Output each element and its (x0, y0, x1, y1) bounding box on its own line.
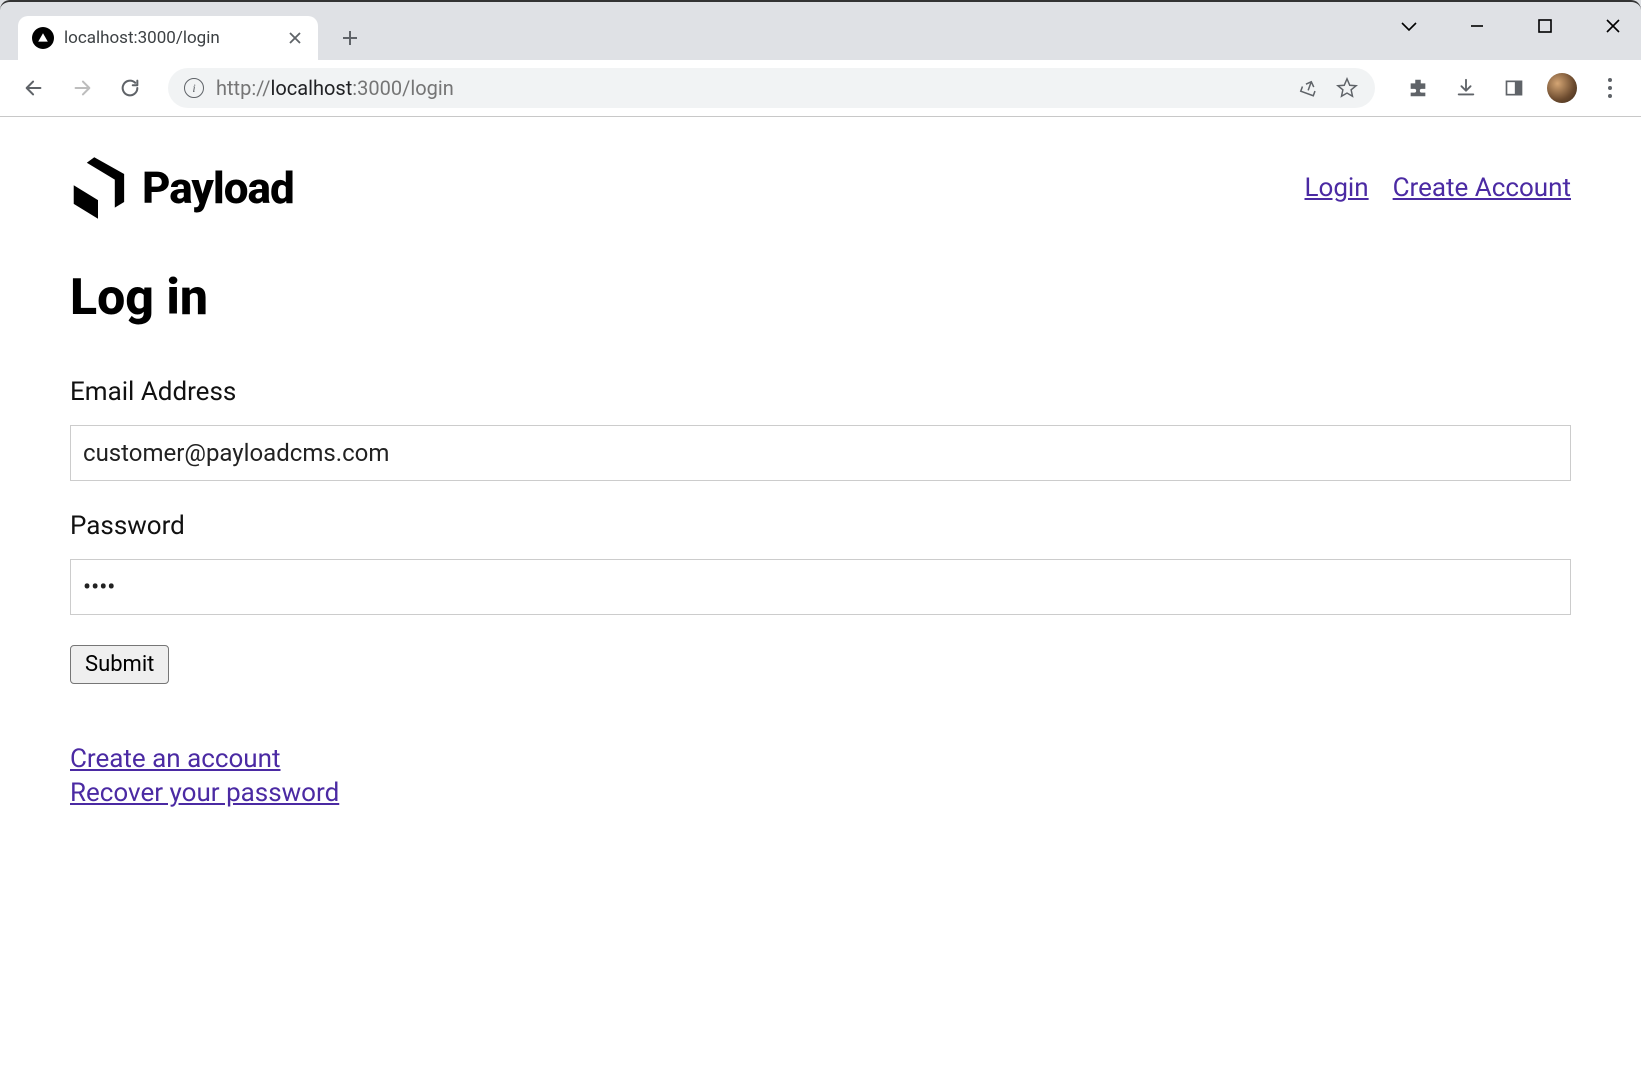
password-group: Password (70, 511, 1571, 615)
email-group: Email Address (70, 377, 1571, 481)
browser-actions (1403, 73, 1625, 103)
email-label: Email Address (70, 377, 1571, 407)
maximize-button[interactable] (1527, 8, 1563, 44)
url-protocol: http:// (216, 76, 271, 100)
browser-titlebar: localhost:3000/login (0, 0, 1641, 60)
page-title: Log in (70, 269, 1571, 327)
close-window-button[interactable] (1595, 8, 1631, 44)
email-field[interactable] (70, 425, 1571, 481)
extensions-icon[interactable] (1403, 73, 1433, 103)
url-text: http://localhost:3000/login (216, 76, 1285, 100)
new-tab-button[interactable] (332, 20, 368, 56)
back-button[interactable] (16, 70, 52, 106)
window-controls (1391, 8, 1631, 44)
tab-favicon (32, 27, 54, 49)
url-path: :3000/login (352, 76, 453, 100)
password-field[interactable] (70, 559, 1571, 615)
bookmark-star-icon[interactable] (1335, 76, 1359, 100)
brand-logo-icon (70, 157, 126, 219)
nav-links: Login Create Account (1305, 173, 1572, 203)
submit-button[interactable]: Submit (70, 645, 169, 684)
share-icon[interactable] (1297, 76, 1321, 100)
tab-close-button[interactable] (286, 29, 304, 47)
page-content: Payload Login Create Account Log in Emai… (0, 117, 1641, 852)
url-host: localhost (271, 76, 353, 100)
browser-chrome: localhost:3000/login (0, 0, 1641, 117)
address-bar[interactable]: i http://localhost:3000/login (168, 68, 1375, 108)
reload-button[interactable] (112, 70, 148, 106)
page-header: Payload Login Create Account (70, 157, 1571, 219)
sidepanel-icon[interactable] (1499, 73, 1529, 103)
tab-title: localhost:3000/login (64, 28, 276, 48)
nav-link-create-account[interactable]: Create Account (1393, 173, 1571, 203)
browser-toolbar: i http://localhost:3000/login (0, 60, 1641, 116)
downloads-icon[interactable] (1451, 73, 1481, 103)
brand-logo: Payload (70, 157, 294, 219)
address-actions (1297, 76, 1359, 100)
brand-name: Payload (142, 162, 294, 214)
profile-avatar[interactable] (1547, 73, 1577, 103)
nav-link-login[interactable]: Login (1305, 173, 1369, 203)
link-create-account[interactable]: Create an account (70, 744, 1571, 774)
site-info-icon[interactable]: i (184, 78, 204, 98)
minimize-button[interactable] (1459, 8, 1495, 44)
bottom-links: Create an account Recover your password (70, 744, 1571, 808)
browser-tab[interactable]: localhost:3000/login (18, 16, 318, 60)
password-label: Password (70, 511, 1571, 541)
link-recover-password[interactable]: Recover your password (70, 778, 1571, 808)
browser-menu-button[interactable] (1595, 73, 1625, 103)
login-form: Email Address Password Submit (70, 377, 1571, 684)
chevron-down-icon[interactable] (1391, 8, 1427, 44)
forward-button[interactable] (64, 70, 100, 106)
